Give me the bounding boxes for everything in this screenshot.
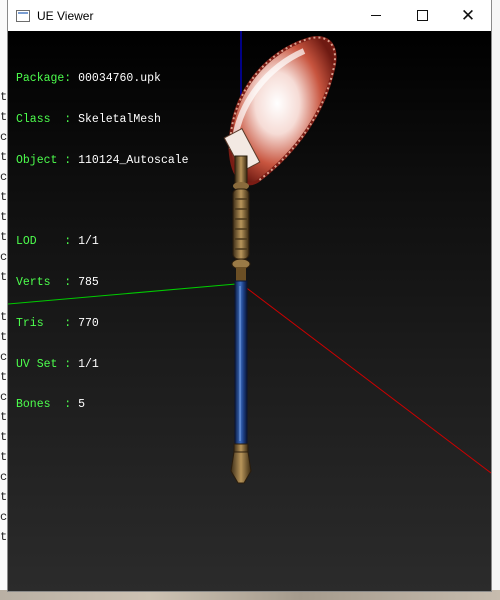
info-spacer <box>16 195 189 209</box>
weapon-handle <box>231 155 251 281</box>
minimize-button[interactable] <box>353 0 399 31</box>
tris-value: 770 <box>78 316 99 330</box>
object-value: 110124_Autoscale <box>78 153 189 167</box>
background-text-fragment: t <box>0 150 8 164</box>
background-text-fragment: t <box>0 490 8 504</box>
app-window-icon <box>16 9 30 22</box>
info-row-object: Object : 110124_Autoscale <box>16 154 189 168</box>
info-row-lod: LOD : 1/1 <box>16 235 189 249</box>
bones-value: 5 <box>78 398 86 412</box>
package-value: 00034760.upk <box>78 72 161 86</box>
background-text-fragment: t <box>0 110 8 124</box>
info-row-tris: Tris : 770 <box>16 317 189 331</box>
background-text-fragment: c <box>0 170 8 184</box>
mesh-info-overlay: Package: 00034760.upk Class : SkeletalMe… <box>16 45 189 439</box>
background-text-fragment: t <box>0 450 8 464</box>
lod-label: LOD : <box>16 235 72 249</box>
maximize-icon <box>416 10 428 21</box>
maximize-button[interactable] <box>399 0 445 31</box>
object-label: Object : <box>16 153 72 167</box>
bones-label: Bones : <box>16 398 72 412</box>
background-text-fragment: t <box>0 370 8 384</box>
lod-value: 1/1 <box>78 235 99 249</box>
weapon-shaft <box>234 280 248 447</box>
background-text-fragment: t <box>0 190 8 204</box>
background-text-fragment: t <box>0 310 8 324</box>
info-row-class: Class : SkeletalMesh <box>16 113 189 127</box>
info-row-bones: Bones : 5 <box>16 398 189 412</box>
desktop-background-right <box>491 0 500 600</box>
close-button[interactable]: ✕ <box>445 0 491 31</box>
minimize-icon <box>371 15 381 16</box>
class-value: SkeletalMesh <box>78 112 161 126</box>
tris-label: Tris : <box>16 316 72 330</box>
info-row-uvset: UV Set : 1/1 <box>16 358 189 372</box>
background-text-fragment: t <box>0 230 8 244</box>
background-text-fragment: t <box>0 270 8 284</box>
axis-x-line <box>239 282 491 474</box>
package-label: Package: <box>16 72 72 86</box>
verts-label: Verts : <box>16 276 72 290</box>
weapon-pommel <box>230 443 252 484</box>
title-bar[interactable]: UE Viewer ✕ <box>8 0 491 31</box>
ue-viewer-window: UE Viewer ✕ Package: 00034760.upk Class … <box>8 0 491 591</box>
background-text-fragment: c <box>0 350 8 364</box>
window-title: UE Viewer <box>37 8 94 23</box>
3d-viewport[interactable]: Package: 00034760.upk Class : SkeletalMe… <box>8 31 491 591</box>
uvset-value: 1/1 <box>78 357 99 371</box>
desktop-background-left: t t c t c t t t c t t t c t c t t t c t … <box>0 0 8 600</box>
background-text-fragment: t <box>0 430 8 444</box>
background-text-fragment: t <box>0 530 8 544</box>
info-row-package: Package: 00034760.upk <box>16 72 189 86</box>
background-text-fragment: t <box>0 90 8 104</box>
background-text-fragment: c <box>0 510 8 524</box>
background-text-fragment: c <box>0 470 8 484</box>
class-label: Class : <box>16 112 72 126</box>
background-text-fragment: c <box>0 390 8 404</box>
close-icon: ✕ <box>460 6 476 25</box>
background-text-fragment: t <box>0 410 8 424</box>
background-text-fragment: c <box>0 130 8 144</box>
background-text-fragment: t <box>0 330 8 344</box>
desktop-taskbar-strip <box>0 590 500 600</box>
uvset-label: UV Set : <box>16 357 72 371</box>
background-text-fragment: t <box>0 210 8 224</box>
verts-value: 785 <box>78 276 99 290</box>
info-row-verts: Verts : 785 <box>16 276 189 290</box>
background-text-fragment: c <box>0 250 8 264</box>
